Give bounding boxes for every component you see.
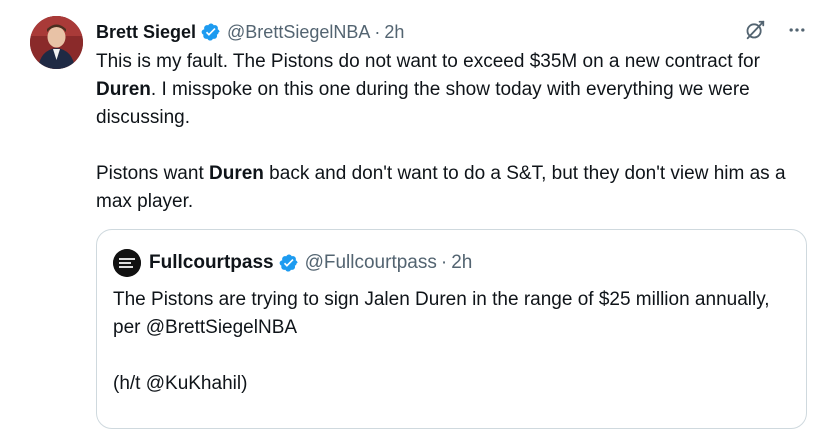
text-segment: . I misspoke on this one during the show… (96, 79, 750, 128)
verified-badge-icon (279, 253, 299, 273)
quoted-avatar[interactable] (113, 249, 141, 277)
tweet-paragraph: This is my fault. The Pistons do not wan… (96, 48, 811, 132)
tweet-actions (743, 18, 809, 42)
tweet-text: This is my fault. The Pistons do not wan… (96, 48, 811, 216)
author-handle[interactable]: @BrettSiegelNBA (227, 22, 370, 43)
quoted-author-handle[interactable]: @Fullcourtpass (305, 252, 437, 274)
quoted-tweet-header: Fullcourtpass @Fullcourtpass · 2h (113, 249, 472, 277)
text-segment: Pistons want (96, 163, 209, 184)
verified-badge-icon (201, 22, 221, 42)
quoted-paragraph: The Pistons are trying to sign Jalen Dur… (113, 289, 770, 338)
quoted-timestamp[interactable]: 2h (451, 252, 472, 274)
author-name[interactable]: Brett Siegel (96, 22, 196, 43)
tweet-header: Brett Siegel @BrettSiegelNBA · 2h (96, 17, 404, 47)
more-icon[interactable] (785, 18, 809, 42)
timestamp[interactable]: 2h (384, 22, 404, 43)
separator-dot: · (440, 252, 448, 273)
separator-dot: · (374, 21, 381, 42)
grok-icon[interactable] (743, 18, 767, 42)
text-segment: This is my fault. The Pistons do not wan… (96, 51, 760, 72)
quoted-tweet[interactable]: Fullcourtpass @Fullcourtpass · 2h The Pi… (96, 229, 807, 429)
tweet-paragraph: Pistons want Duren back and don't want t… (96, 160, 811, 216)
quoted-tweet-text: The Pistons are trying to sign Jalen Dur… (113, 286, 783, 398)
avatar[interactable] (30, 16, 83, 69)
bold-text: Duren (209, 163, 264, 184)
quoted-paragraph: (h/t @KuKhahil) (113, 373, 248, 394)
quoted-author-name[interactable]: Fullcourtpass (149, 252, 274, 274)
bold-text: Duren (96, 79, 151, 100)
